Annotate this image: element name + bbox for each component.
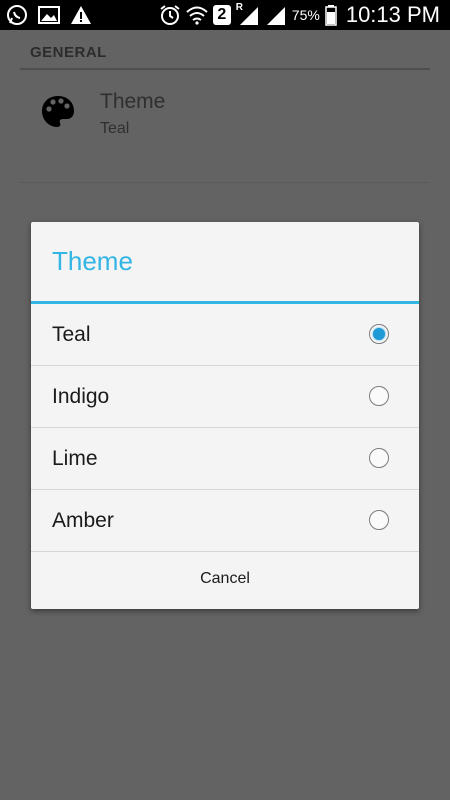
option-lime[interactable]: Lime bbox=[31, 428, 419, 490]
option-label: Amber bbox=[52, 508, 114, 532]
signal-icon-2 bbox=[265, 4, 287, 26]
theme-options-list: Teal Indigo Lime Amber bbox=[31, 304, 419, 552]
status-bar: 2 R 75% 10:13 PM bbox=[0, 0, 450, 30]
sim-badge: 2 bbox=[212, 5, 231, 25]
pref-divider bbox=[20, 182, 430, 183]
option-indigo[interactable]: Indigo bbox=[31, 366, 419, 428]
wifi-icon bbox=[186, 4, 208, 26]
cancel-button[interactable]: Cancel bbox=[31, 549, 419, 609]
battery-icon bbox=[325, 4, 337, 26]
theme-dialog: Theme Teal Indigo Lime Amber Cancel bbox=[31, 222, 419, 609]
radio-button[interactable] bbox=[369, 510, 389, 530]
clock: 10:13 PM bbox=[345, 2, 440, 27]
section-header: GENERAL bbox=[30, 44, 107, 61]
dialog-title: Theme bbox=[52, 246, 133, 276]
section-divider bbox=[20, 68, 430, 70]
radio-button-checked[interactable] bbox=[369, 324, 389, 344]
theme-pref-title: Theme bbox=[100, 90, 166, 113]
whatsapp-icon bbox=[6, 4, 28, 26]
palette-icon bbox=[40, 94, 76, 130]
signal-icon: R bbox=[236, 2, 260, 26]
image-icon bbox=[38, 4, 60, 26]
theme-preference[interactable]: Theme Teal bbox=[20, 72, 430, 152]
theme-pref-summary: Teal bbox=[100, 120, 130, 137]
battery-percent: 75% bbox=[291, 7, 320, 23]
option-label: Teal bbox=[52, 322, 91, 346]
option-label: Lime bbox=[52, 446, 98, 470]
warning-icon bbox=[70, 4, 92, 26]
radio-button[interactable] bbox=[369, 448, 389, 468]
radio-button[interactable] bbox=[369, 386, 389, 406]
option-label: Indigo bbox=[52, 384, 110, 408]
option-teal[interactable]: Teal bbox=[31, 304, 419, 366]
option-amber[interactable]: Amber bbox=[31, 490, 419, 552]
alarm-icon bbox=[159, 4, 181, 26]
